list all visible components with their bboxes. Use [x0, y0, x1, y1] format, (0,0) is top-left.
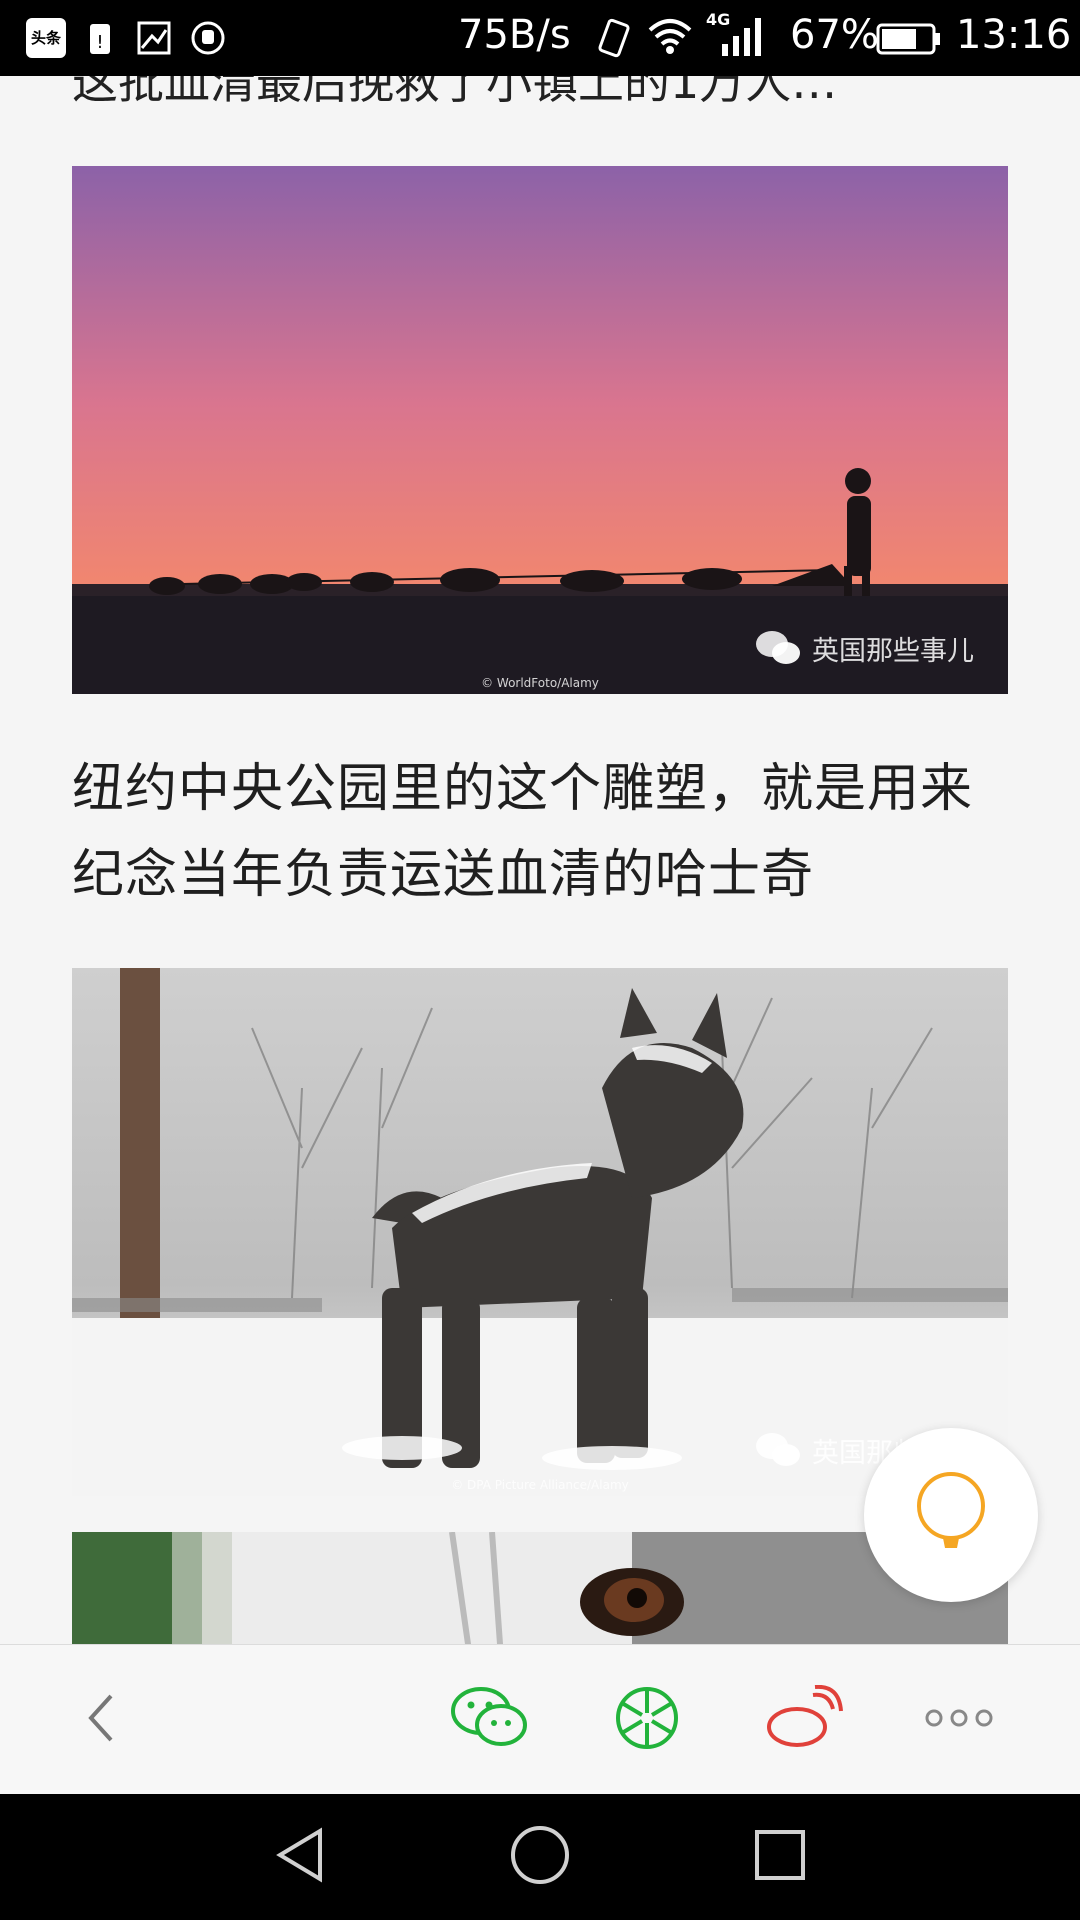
nav-home-button[interactable]	[500, 1822, 580, 1892]
husky-statue-photo[interactable]: 英国那些事儿 © DPA Picture Alliance/Alamy	[72, 968, 1008, 1496]
vibrate-icon	[594, 16, 630, 58]
share-toolbar	[0, 1644, 1080, 1795]
circle-home-icon	[509, 1824, 571, 1890]
system-nav-bar	[0, 1794, 1080, 1920]
share-wechat-button[interactable]	[444, 1675, 534, 1765]
photo-watermark: 英国那些事儿	[754, 628, 974, 668]
weibo-icon	[763, 1684, 843, 1755]
battery-percent: 67%	[790, 12, 879, 58]
triangle-back-icon	[272, 1825, 328, 1889]
back-icon	[81, 1690, 121, 1750]
wechat-watermark-icon	[754, 1430, 802, 1470]
signal-icon	[720, 16, 766, 58]
more-button[interactable]	[914, 1675, 1004, 1765]
nav-recents-button[interactable]	[740, 1822, 820, 1892]
share-moments-button[interactable]	[602, 1675, 692, 1765]
wechat-watermark-icon	[754, 628, 802, 668]
more-icon	[924, 1708, 994, 1732]
lightbulb-button[interactable]	[864, 1428, 1038, 1602]
square-recents-icon	[752, 1827, 808, 1887]
sled-dog-sunset-photo[interactable]: 英国那些事儿 © WorldFoto/Alamy	[72, 166, 1008, 694]
battery-icon	[876, 22, 942, 56]
share-weibo-button[interactable]	[758, 1675, 848, 1765]
article-content[interactable]: 这批血清最后挽救了小镇上的1万人… 英国那些事儿 © WorldFoto/Ala…	[0, 0, 1080, 1644]
status-bar: 头条 ! 75B/s 4G 67% 13:16	[0, 0, 1080, 76]
image-icon	[136, 20, 172, 56]
wifi-icon	[646, 16, 694, 54]
hand-icon	[190, 20, 226, 56]
wechat-icon	[449, 1683, 529, 1757]
svg-text:!: !	[96, 32, 103, 53]
network-speed: 75B/s	[458, 12, 571, 58]
back-button[interactable]	[56, 1675, 146, 1765]
clock: 13:16	[956, 12, 1072, 58]
nav-back-button[interactable]	[260, 1822, 340, 1892]
moments-icon	[614, 1685, 680, 1755]
battery-warning-icon: !	[82, 20, 118, 56]
article-paragraph: 纽约中央公园里的这个雕塑，就是用来纪念当年负责运送血清的哈士奇	[72, 759, 974, 905]
toutiao-app-icon: 头条	[26, 18, 66, 58]
watermark-label: 英国那些事儿	[812, 635, 974, 667]
lightbulb-icon	[911, 1468, 991, 1562]
husky-closeup-photo[interactable]	[72, 1532, 1008, 1644]
photo-credit: © WorldFoto/Alamy	[481, 676, 599, 690]
